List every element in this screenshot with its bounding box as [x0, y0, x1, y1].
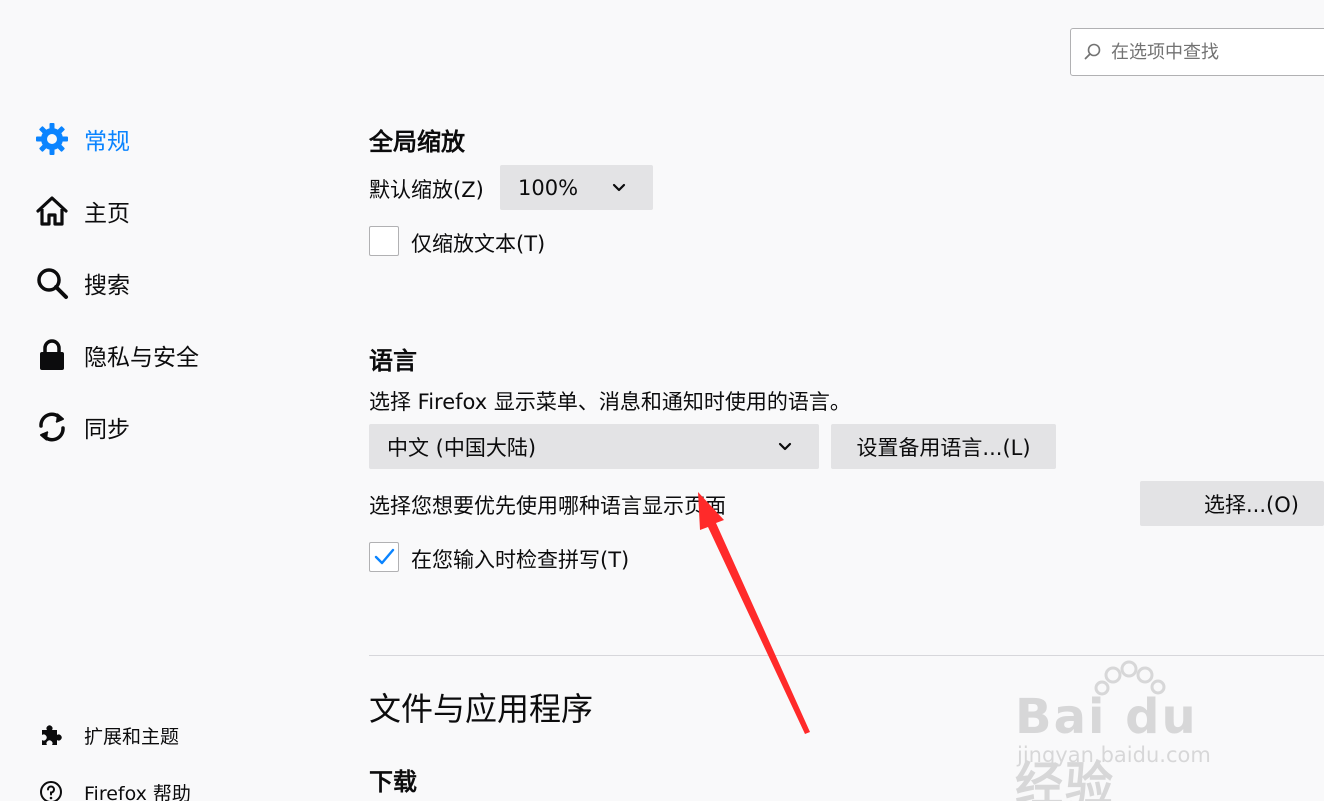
language-section-title: 语言	[369, 347, 417, 375]
help-icon	[38, 779, 64, 801]
zoom-text-only-label: 仅缩放文本(T)	[411, 232, 546, 256]
language-selected-value: 中文 (中国大陆)	[387, 435, 537, 460]
home-icon	[34, 193, 70, 229]
chevron-down-icon	[778, 442, 792, 451]
watermark-url: jingyan.baidu.com	[1017, 743, 1211, 767]
spellcheck-label: 在您输入时检查拼写(T)	[411, 548, 630, 572]
default-zoom-label: 默认缩放(Z)	[369, 178, 484, 202]
language-description: 选择 Firefox 显示菜单、消息和通知时使用的语言。	[369, 390, 851, 414]
sidebar-item-general[interactable]: 常规	[34, 117, 130, 161]
checkmark-icon	[374, 548, 395, 565]
sidebar-item-privacy[interactable]: 隐私与安全	[34, 333, 199, 377]
zoom-text-only-checkbox[interactable]	[369, 226, 399, 256]
sidebar-item-label: Firefox 帮助	[84, 782, 191, 801]
sidebar-item-search[interactable]: 搜索	[34, 261, 130, 305]
lock-icon	[34, 337, 70, 373]
gear-icon	[34, 121, 70, 157]
sync-icon	[34, 409, 70, 445]
puzzle-icon	[38, 722, 64, 748]
chevron-down-icon	[612, 183, 626, 192]
choose-page-language-label: 选择...(O)	[1204, 492, 1299, 517]
downloads-title: 下载	[369, 768, 417, 796]
sidebar-item-label: 常规	[84, 129, 130, 155]
search-field[interactable]	[1070, 28, 1324, 76]
sidebar-item-help[interactable]: Firefox 帮助	[38, 777, 191, 801]
zoom-section-title: 全局缩放	[369, 128, 465, 156]
sidebar-item-label: 同步	[84, 417, 130, 443]
search-icon	[34, 265, 70, 301]
sidebar-item-home[interactable]: 主页	[34, 189, 130, 233]
sidebar-item-label: 扩展和主题	[84, 725, 180, 748]
sidebar-item-sync[interactable]: 同步	[34, 405, 130, 449]
spellcheck-checkbox[interactable]	[369, 542, 399, 572]
files-section-title: 文件与应用程序	[369, 690, 594, 728]
choose-page-language-button[interactable]: 选择...(O)	[1140, 481, 1324, 526]
sidebar-item-extensions[interactable]: 扩展和主题	[38, 720, 179, 750]
default-zoom-value: 100%	[518, 175, 579, 200]
search-icon	[1084, 43, 1101, 60]
sidebar-item-label: 主页	[84, 201, 130, 227]
page-language-label: 选择您想要优先使用哪种语言显示页面	[369, 494, 726, 518]
search-input[interactable]	[1111, 41, 1324, 63]
set-alternate-language-label: 设置备用语言...(L)	[856, 435, 1031, 460]
language-select[interactable]: 中文 (中国大陆)	[369, 424, 819, 469]
set-alternate-language-button[interactable]: 设置备用语言...(L)	[831, 424, 1056, 469]
baidu-watermark: Bai du 经验 jingyan.baidu.com	[1015, 655, 1265, 801]
sidebar-item-label: 搜索	[84, 273, 130, 299]
sidebar-item-label: 隐私与安全	[84, 345, 199, 371]
default-zoom-select[interactable]: 100%	[500, 165, 653, 210]
